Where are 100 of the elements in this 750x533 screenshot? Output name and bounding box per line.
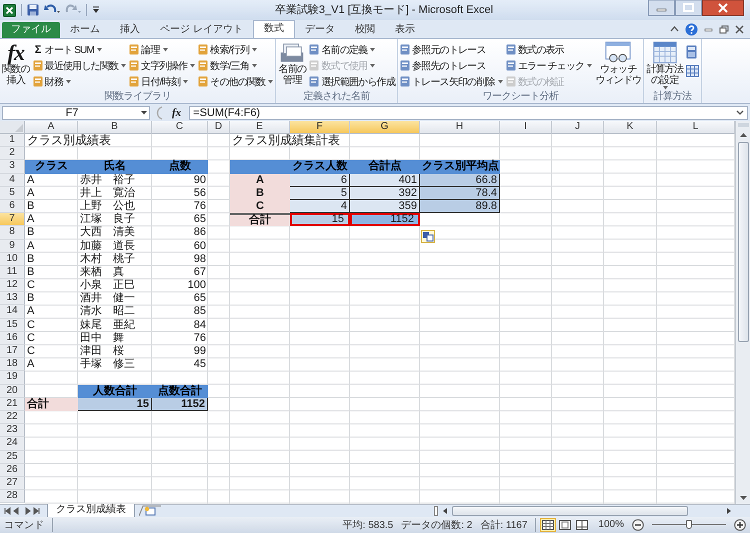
ribbon-button[interactable]: ウォッチ ウィンドウ bbox=[595, 41, 642, 91]
help-icon[interactable] bbox=[685, 22, 698, 36]
page-layout-button[interactable] bbox=[557, 518, 574, 532]
row-header[interactable]: 7 bbox=[0, 213, 25, 226]
row-header[interactable]: 3 bbox=[0, 160, 25, 174]
ribbon-button[interactable]: 論理 bbox=[129, 42, 196, 57]
ribbon-button[interactable]: Σ オート SUM bbox=[32, 42, 126, 57]
close-button[interactable] bbox=[702, 0, 744, 16]
zoom-thumb[interactable] bbox=[686, 520, 692, 529]
ribbon-button[interactable]: fx 関数の 挿入 bbox=[2, 41, 30, 91]
ribbon-tab[interactable]: ファイル bbox=[2, 22, 60, 38]
close-icon[interactable] bbox=[735, 24, 744, 34]
bracket-handle-icon[interactable] bbox=[154, 106, 164, 120]
row-header[interactable]: 6 bbox=[0, 200, 25, 214]
ribbon-tab[interactable]: ホーム bbox=[60, 22, 110, 38]
row-header[interactable]: 24 bbox=[0, 437, 25, 450]
column-header[interactable]: B bbox=[78, 121, 152, 134]
row-header[interactable]: 10 bbox=[0, 252, 25, 266]
column-header[interactable]: C bbox=[152, 121, 208, 134]
row-header[interactable]: 27 bbox=[0, 476, 25, 490]
zoom-in-icon[interactable] bbox=[734, 518, 746, 531]
table-cell-text: 加藤 道長 bbox=[79, 240, 136, 253]
formula-field[interactable]: =SUM(F4:F6) bbox=[189, 106, 748, 120]
ribbon-button[interactable]: トレース矢印の削除 bbox=[400, 74, 503, 89]
ribbon-button[interactable]: 参照元のトレース bbox=[400, 42, 503, 57]
row-header[interactable]: 21 bbox=[0, 398, 25, 411]
minimize-button[interactable] bbox=[648, 0, 675, 16]
ribbon-button[interactable]: 選択範囲から作成 bbox=[309, 74, 396, 89]
row-header[interactable]: 2 bbox=[0, 147, 25, 160]
column-header[interactable]: F bbox=[290, 121, 350, 134]
name-box[interactable]: F7 bbox=[2, 106, 150, 120]
clipboard-icon[interactable] bbox=[421, 230, 435, 243]
row-header[interactable]: 12 bbox=[0, 279, 25, 292]
ribbon-button[interactable]: 計算方法 の設定 bbox=[646, 41, 684, 91]
column-header[interactable]: G bbox=[350, 121, 420, 134]
maximize-button[interactable] bbox=[675, 0, 702, 16]
row-header[interactable]: 13 bbox=[0, 292, 25, 306]
row-header[interactable]: 8 bbox=[0, 226, 25, 240]
ribbon-button[interactable]: 財務 bbox=[32, 74, 126, 89]
row-header[interactable]: 18 bbox=[0, 358, 25, 372]
ribbon-button[interactable]: その他の関数 bbox=[198, 74, 274, 89]
zoom-level[interactable]: 100% bbox=[598, 519, 624, 530]
row-header[interactable]: 15 bbox=[0, 318, 25, 332]
restore-icon[interactable] bbox=[719, 24, 729, 34]
column-header[interactable]: K bbox=[604, 121, 657, 134]
sheet-tab[interactable]: クラス別成績表 bbox=[47, 504, 135, 518]
insert-function-button[interactable]: fx bbox=[168, 107, 186, 119]
ribbon-button[interactable]: 参照先のトレース bbox=[400, 58, 503, 73]
minimize-ribbon-icon[interactable] bbox=[670, 25, 679, 33]
column-header[interactable]: I bbox=[500, 121, 552, 134]
ribbon-button[interactable]: エラー チェック bbox=[506, 58, 592, 73]
spreadsheet-icon[interactable] bbox=[686, 65, 700, 77]
ribbon-button[interactable]: 数式の表示 bbox=[506, 42, 592, 57]
scrollbar-thumb[interactable] bbox=[738, 142, 748, 342]
ribbon-tab[interactable]: 挿入 bbox=[110, 22, 150, 38]
ribbon-tab[interactable]: データ bbox=[294, 22, 345, 38]
row-header[interactable]: 4 bbox=[0, 174, 25, 187]
ribbon-tab[interactable]: 校閲 bbox=[344, 22, 385, 38]
split-handle-icon[interactable] bbox=[434, 506, 438, 516]
row-header[interactable]: 19 bbox=[0, 371, 25, 385]
save-icon[interactable] bbox=[27, 4, 39, 16]
new-sheet-icon[interactable] bbox=[139, 504, 161, 517]
calculator-icon[interactable] bbox=[686, 45, 698, 59]
page-break-button[interactable] bbox=[574, 518, 590, 532]
row-header[interactable]: 20 bbox=[0, 384, 25, 398]
ribbon-button[interactable]: 数学/三角 bbox=[198, 58, 274, 73]
ribbon-tab[interactable]: ページ レイアウト bbox=[150, 22, 253, 38]
row-header[interactable]: 23 bbox=[0, 424, 25, 438]
column-header[interactable]: J bbox=[552, 121, 604, 134]
column-header[interactable]: D bbox=[208, 121, 230, 134]
ribbon-tab[interactable]: 表示 bbox=[384, 22, 425, 38]
expand-caret-icon[interactable] bbox=[736, 110, 744, 116]
row-header[interactable]: 28 bbox=[0, 490, 25, 504]
ribbon-button[interactable]: 最近使用した関数 bbox=[32, 58, 126, 73]
column-header[interactable]: H bbox=[420, 121, 500, 134]
ribbon-button[interactable]: 検索/行列 bbox=[198, 42, 274, 57]
row-header[interactable]: 11 bbox=[0, 266, 25, 280]
column-header[interactable]: E bbox=[230, 121, 290, 134]
customize-caret-icon[interactable] bbox=[92, 5, 100, 15]
row-header[interactable]: 17 bbox=[0, 345, 25, 358]
row-header[interactable]: 5 bbox=[0, 186, 25, 200]
column-header[interactable]: L bbox=[657, 121, 735, 134]
table-cell: 合計 bbox=[25, 398, 78, 411]
ribbon-button[interactable]: 名前の 管理 bbox=[278, 41, 306, 91]
scrollbar-thumb[interactable] bbox=[452, 506, 688, 516]
caret-icon[interactable] bbox=[141, 111, 147, 115]
row-header[interactable]: 16 bbox=[0, 332, 25, 345]
row-header[interactable]: 26 bbox=[0, 464, 25, 477]
normal-view-button[interactable] bbox=[540, 518, 556, 532]
ribbon-tab[interactable]: 数式 bbox=[252, 20, 295, 38]
row-header[interactable]: 1 bbox=[0, 134, 25, 148]
ribbon-button[interactable]: 名前の定義 bbox=[309, 42, 396, 57]
row-header[interactable]: 25 bbox=[0, 450, 25, 464]
ribbon-button[interactable]: 文字列操作 bbox=[129, 58, 196, 73]
ribbon-button[interactable]: 日付/時刻 bbox=[129, 74, 196, 89]
row-header[interactable]: 22 bbox=[0, 410, 25, 424]
row-header[interactable]: 14 bbox=[0, 305, 25, 319]
zoom-out-icon[interactable] bbox=[632, 518, 644, 531]
column-header[interactable]: A bbox=[25, 121, 78, 134]
row-header[interactable]: 9 bbox=[0, 240, 25, 253]
